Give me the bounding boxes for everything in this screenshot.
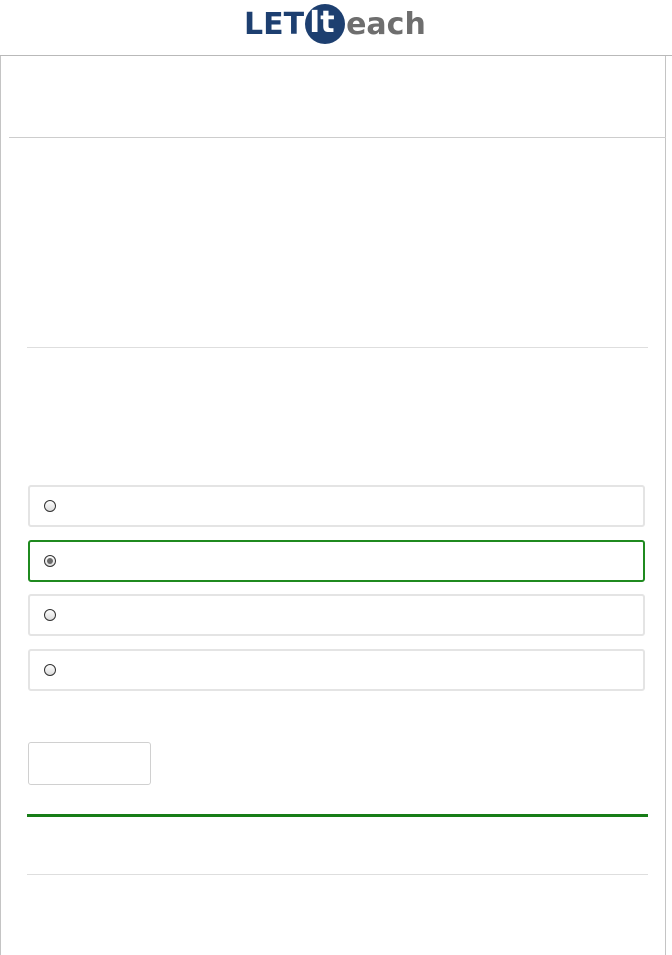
radio-dot-icon	[47, 558, 53, 564]
radio-button-icon[interactable]	[44, 609, 56, 621]
site-header: LET It each	[0, 0, 672, 56]
feedback-correct-bar	[27, 814, 648, 817]
logo-text-let: LET	[244, 6, 305, 42]
letiteach-logo[interactable]: LET It each	[244, 4, 426, 44]
radio-button-icon[interactable]	[44, 500, 56, 512]
logo-text-each: each	[346, 6, 426, 42]
answer-option-3[interactable]	[28, 594, 645, 636]
answer-option-1[interactable]	[28, 485, 645, 527]
submit-button[interactable]	[28, 742, 151, 785]
feedback-divider	[27, 874, 648, 875]
answer-option-2[interactable]	[28, 540, 645, 582]
logo-text-it: It	[309, 5, 335, 40]
radio-button-selected-icon[interactable]	[44, 555, 56, 567]
answer-option-4[interactable]	[28, 649, 645, 691]
title-divider	[9, 137, 666, 138]
radio-button-icon[interactable]	[44, 664, 56, 676]
question-divider	[27, 347, 648, 348]
logo-badge-icon: It	[305, 4, 346, 44]
